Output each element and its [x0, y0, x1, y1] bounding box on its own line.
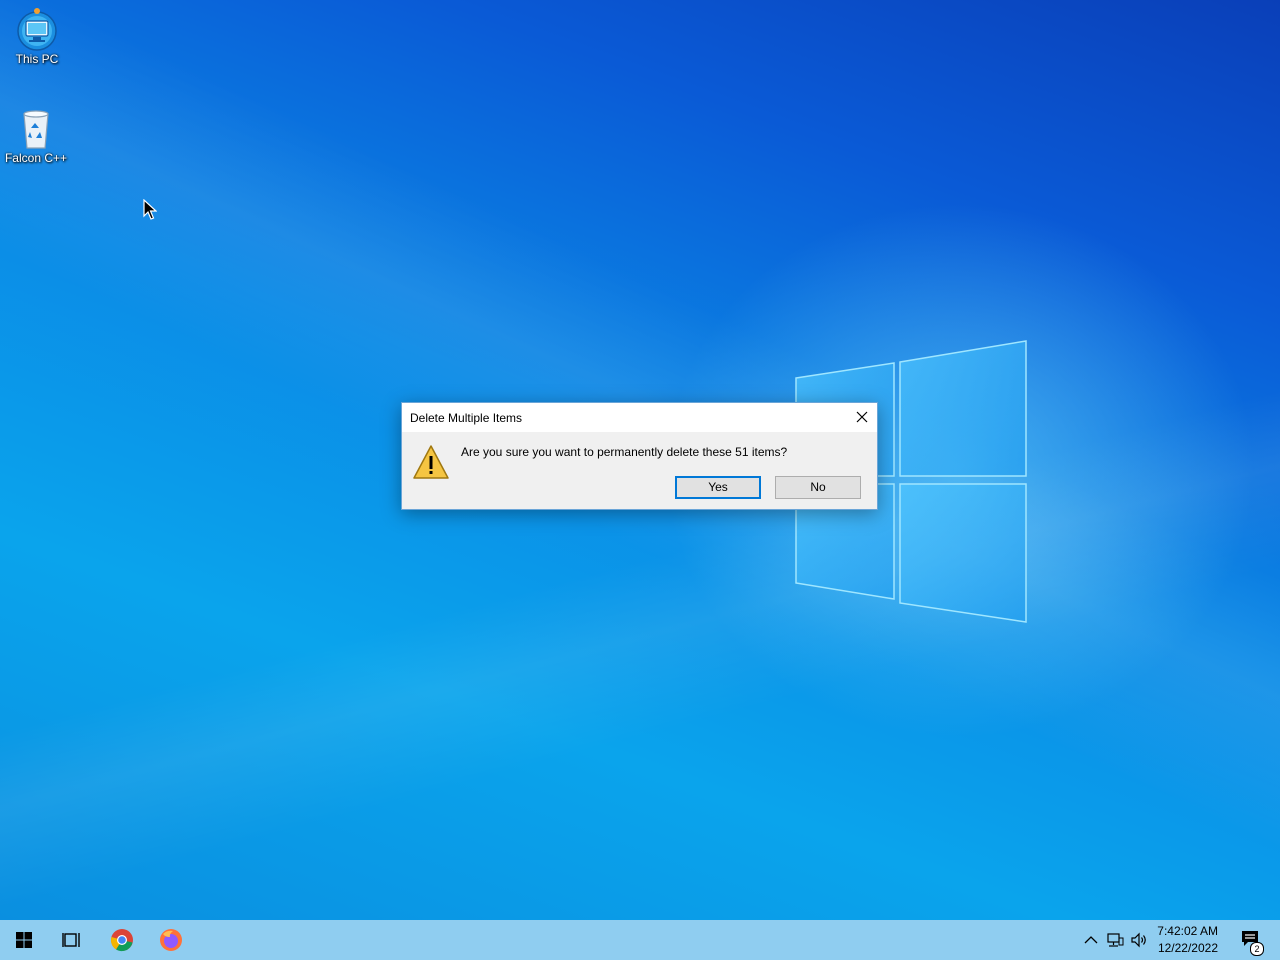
desktop-icon-label: Falcon C++ — [4, 151, 68, 165]
dialog-title: Delete Multiple Items — [410, 411, 523, 425]
taskbar: 7:42:02 AM 12/22/2022 2 — [0, 920, 1280, 960]
desktop-icon-falcon[interactable]: Falcon C++ — [0, 106, 74, 165]
chrome-icon — [110, 929, 133, 952]
task-view-button[interactable] — [48, 920, 96, 960]
notification-count-badge: 2 — [1250, 942, 1264, 956]
start-icon — [16, 932, 32, 948]
volume-button[interactable] — [1128, 920, 1150, 960]
volume-icon — [1131, 932, 1146, 948]
chevron-up-icon — [1084, 936, 1098, 944]
dialog-message: Are you sure you want to permanently del… — [461, 445, 788, 459]
firefox-button[interactable] — [147, 920, 195, 960]
dialog-titlebar[interactable]: Delete Multiple Items — [402, 403, 877, 432]
warning-icon — [413, 445, 449, 479]
taskbar-clock[interactable]: 7:42:02 AM 12/22/2022 — [1157, 923, 1218, 957]
close-icon — [856, 411, 868, 423]
close-button[interactable] — [847, 403, 877, 432]
dialog-body: Are you sure you want to permanently del… — [402, 432, 877, 509]
delete-confirm-dialog: Delete Multiple Items Are you sure you w… — [401, 402, 878, 510]
no-button[interactable]: No — [775, 476, 861, 499]
task-view-icon — [62, 933, 80, 947]
mouse-cursor-icon — [143, 199, 157, 220]
yes-button[interactable]: Yes — [675, 476, 761, 499]
network-button[interactable] — [1104, 920, 1126, 960]
desktop-icon-this-pc[interactable]: This PC — [0, 7, 75, 66]
show-hidden-icons-button[interactable] — [1081, 920, 1101, 960]
network-icon — [1107, 933, 1124, 947]
chrome-button[interactable] — [98, 920, 146, 960]
desktop-icon-label: This PC — [15, 52, 59, 66]
firefox-icon — [160, 929, 182, 951]
recycle-bin-icon — [14, 106, 58, 150]
clock-time: 7:42:02 AM — [1157, 924, 1218, 938]
clock-date: 12/22/2022 — [1157, 941, 1218, 955]
start-button[interactable] — [0, 920, 48, 960]
action-center-button[interactable]: 2 — [1232, 920, 1272, 960]
this-pc-icon — [15, 7, 59, 51]
